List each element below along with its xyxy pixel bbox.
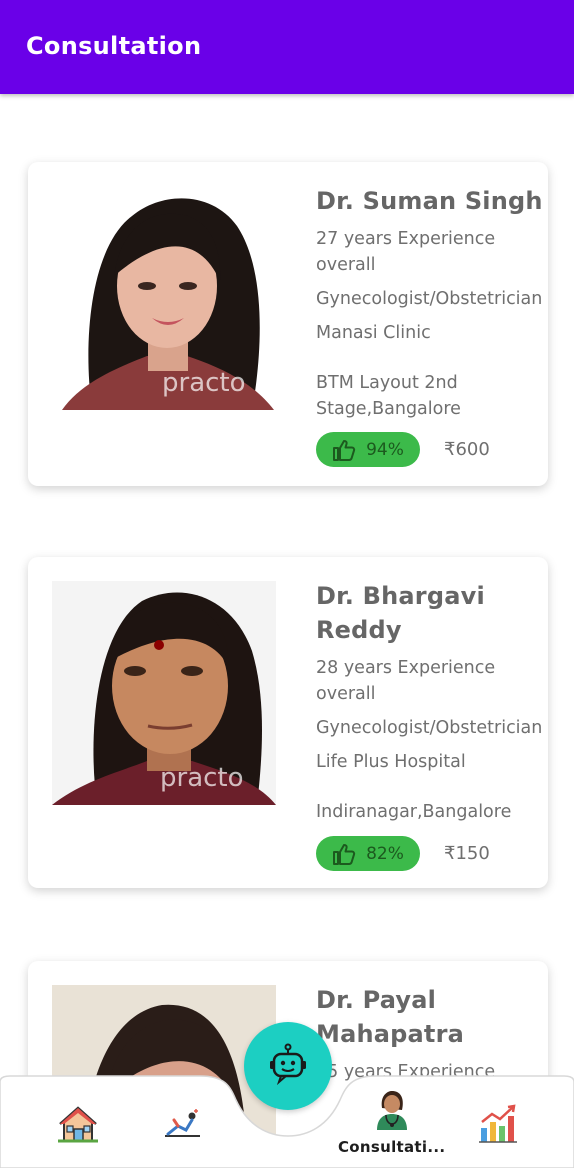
doctor-clinic: Life Plus Hospital bbox=[316, 752, 466, 772]
thumbs-up-icon bbox=[332, 843, 356, 865]
nav-consultation[interactable]: Consultati... bbox=[338, 1090, 445, 1156]
doctor-experience: 27 years Experience overall bbox=[316, 229, 496, 275]
doctor-name: Dr. Suman Singh bbox=[316, 187, 543, 215]
doctor-card[interactable]: practo Dr. Suman Singh 27 years Experien… bbox=[28, 162, 548, 486]
home-icon bbox=[56, 1104, 100, 1148]
watermark-text: practo bbox=[162, 368, 246, 398]
rating-badge: 94% bbox=[316, 432, 420, 467]
doctor-list[interactable]: practo Dr. Suman Singh 27 years Experien… bbox=[0, 94, 574, 1168]
watermark-text: practo bbox=[160, 763, 244, 793]
doctor-name: Dr. Bhargavi Reddy bbox=[316, 582, 485, 644]
nav-home[interactable] bbox=[56, 1104, 100, 1148]
page-title: Consultation bbox=[26, 32, 202, 60]
app-bar: Consultation bbox=[0, 0, 574, 94]
doctor-info: Dr. Suman Singh 27 years Experience over… bbox=[316, 184, 548, 430]
nav-fitness[interactable] bbox=[162, 1108, 204, 1144]
consultation-fee: ₹600 bbox=[444, 439, 490, 460]
rating-badge: 82% bbox=[316, 836, 420, 871]
doctor-specialty: Gynecologist/Obstetrician bbox=[316, 718, 543, 738]
thumbs-up-icon bbox=[332, 439, 356, 461]
doctor-specialty: Gynecologist/Obstetrician bbox=[316, 289, 543, 309]
doctor-experience: 28 years Experience overall bbox=[316, 658, 496, 704]
doctor-photo: practo bbox=[52, 186, 276, 410]
rating-fee-row: 94% ₹600 bbox=[316, 432, 490, 467]
rating-fee-row: 82% ₹150 bbox=[316, 836, 490, 871]
nav-consultation-label: Consultati... bbox=[338, 1138, 446, 1156]
doctor-card[interactable]: practo Dr. Bhargavi Reddy 28 years Exper… bbox=[28, 557, 548, 888]
doctor-location: BTM Layout 2nd Stage,Bangalore bbox=[316, 373, 461, 419]
consultation-fee: ₹150 bbox=[444, 843, 490, 864]
doctor-clinic: Manasi Clinic bbox=[316, 323, 431, 343]
doctor-name: Dr. Payal Mahapatra bbox=[316, 986, 465, 1048]
fitness-icon bbox=[162, 1108, 204, 1144]
doctor-location: Indiranagar,Bangalore bbox=[316, 802, 512, 822]
doctor-icon bbox=[375, 1090, 409, 1134]
nav-stats[interactable] bbox=[478, 1104, 518, 1148]
stats-icon bbox=[478, 1104, 518, 1148]
chatbot-icon bbox=[267, 1043, 309, 1089]
rating-value: 94% bbox=[366, 439, 404, 460]
chatbot-fab-button[interactable] bbox=[244, 1022, 332, 1110]
doctor-info: Dr. Bhargavi Reddy 28 years Experience o… bbox=[316, 579, 548, 833]
rating-value: 82% bbox=[366, 843, 404, 864]
doctor-photo: practo bbox=[52, 581, 276, 805]
